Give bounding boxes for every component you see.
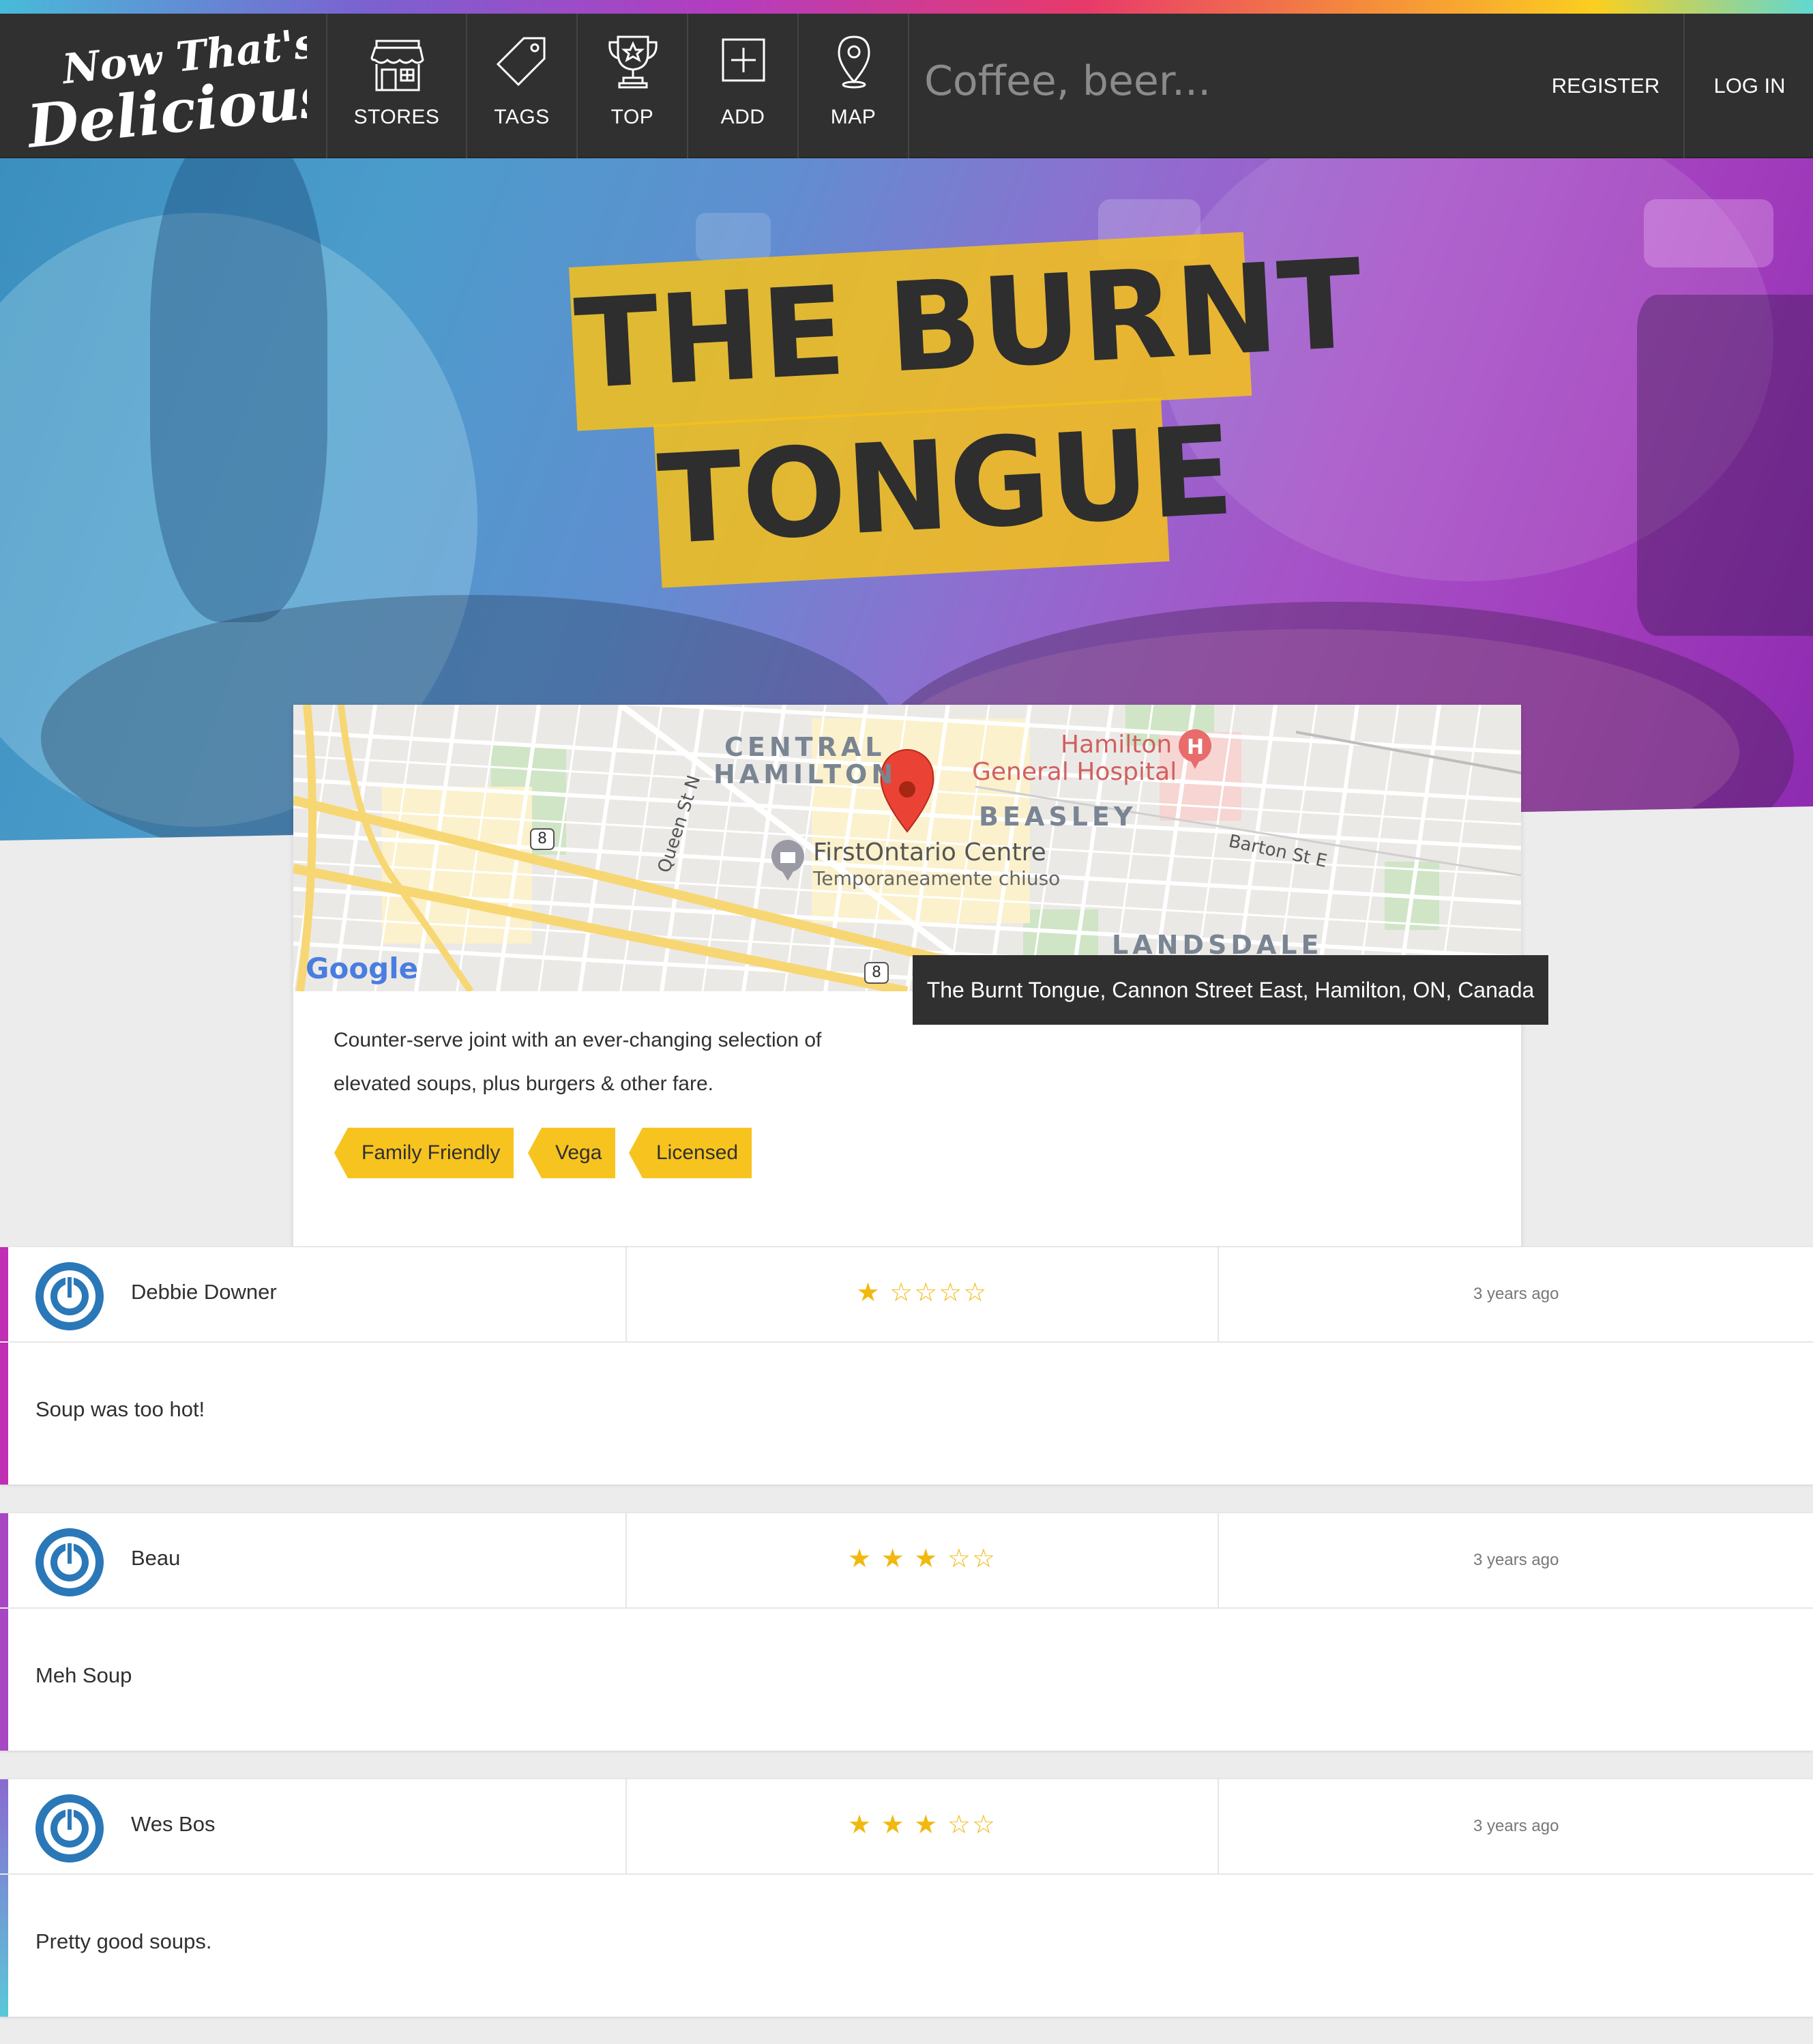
tag-vega[interactable]: Vega [528,1128,616,1178]
avatar [35,1794,104,1863]
nav-top[interactable]: TOP [578,14,688,158]
review-card: Beau ★ ★ ★ ☆☆ 3 years ago Meh Soup [0,1513,1813,1751]
register-button[interactable]: REGISTER [1528,14,1685,158]
nav-tags[interactable]: TAGS [467,14,578,158]
review-rating-cell: ★ ★ ★ ☆☆ [625,1513,1219,1609]
review-author: Beau [131,1546,181,1570]
tag-icon [496,37,546,87]
google-logo: Google [306,952,419,985]
review-header: Wes Bos ★ ★ ★ ☆☆ 3 years ago [0,1779,1813,1875]
nav-map-label: MAP [830,106,876,128]
nav-stores-label: STORES [353,106,440,128]
map-label-hospital-2: General Hospital [972,758,1177,786]
avatar [35,1528,104,1596]
review-text: Soup was too hot! [35,1397,205,1421]
review-rating-cell: ★ ★ ★ ☆☆ [625,1779,1219,1875]
avatar [35,1262,104,1330]
store-map[interactable]: H CENTRAL HAMILTON Hamilton General Hosp… [293,705,1521,991]
site-logo[interactable]: Now That's Delicious! [0,14,327,158]
nav-stores[interactable]: STORES [327,14,467,158]
map-label-hospital-1: Hamilton [1061,731,1173,759]
review-time: 3 years ago [1473,1285,1559,1303]
review-card: Wes Bos ★ ★ ★ ☆☆ 3 years ago Pretty good… [0,1779,1813,2017]
tag-family-friendly[interactable]: Family Friendly [334,1128,514,1178]
review-card: Debbie Downer ★ ☆☆☆☆ 3 years ago Soup wa… [0,1247,1813,1485]
add-icon [722,38,765,82]
review-text: Meh Soup [35,1663,132,1687]
map-address-tooltip: The Burnt Tongue, Cannon Street East, Ha… [913,955,1548,1025]
review-header: Debbie Downer ★ ☆☆☆☆ 3 years ago [0,1247,1813,1343]
store-description: Counter-serve joint with an ever-changin… [334,1029,822,1095]
review-text: Pretty good soups. [35,1929,212,1953]
trophy-icon [608,35,658,89]
map-route-shield-2: 8 [872,964,881,981]
nav-add[interactable]: ADD [688,14,799,158]
map-pin-icon [838,35,870,89]
nav-map[interactable]: MAP [799,14,909,158]
review-header: Beau ★ ★ ★ ☆☆ 3 years ago [0,1513,1813,1609]
nav-tags-label: TAGS [494,106,550,128]
top-nav: Now That's Delicious! STORES TAGS TOP AD… [0,14,1813,158]
store-title-line2: TONGUE [655,399,1237,572]
review-author: Wes Bos [131,1812,216,1836]
tag-licensed[interactable]: Licensed [629,1128,752,1178]
review-stars: ★ ★ ★ ☆☆ [847,1545,997,1573]
review-time: 3 years ago [1473,1817,1559,1835]
map-label-beasley: BEASLEY [979,802,1137,832]
map-label-central: CENTRAL [724,732,886,762]
search-input[interactable]: Coffee, beer... [924,57,1211,105]
login-button[interactable]: LOG IN [1686,14,1813,158]
svg-text:H: H [1187,735,1204,759]
nav-top-label: TOP [610,106,654,128]
map-label-firstontario: FirstOntario Centre [813,838,1046,866]
review-stars: ★ ☆☆☆☆ [856,1279,988,1307]
review-stars: ★ ★ ★ ☆☆ [847,1811,997,1839]
review-rating-cell: ★ ☆☆☆☆ [625,1247,1219,1343]
map-label-temp-closed: Temporaneamente chiuso [813,867,1061,890]
store-icon [370,40,424,91]
rainbow-strip [0,0,1813,14]
review-author: Debbie Downer [131,1280,277,1304]
map-route-shield-1: 8 [537,830,547,847]
logo-wordmark: Now That's Delicious! [23,25,307,147]
nav-add-label: ADD [720,106,765,128]
review-time: 3 years ago [1473,1551,1559,1569]
map-label-hamilton: HAMILTON [713,759,898,789]
